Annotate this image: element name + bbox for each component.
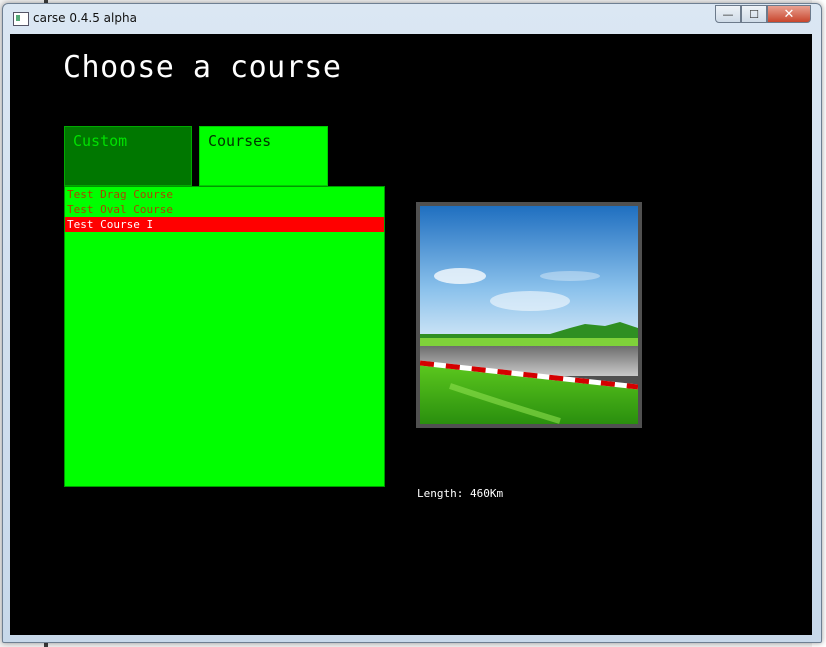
game-canvas: Choose a course Custom Courses Test Drag…	[10, 34, 812, 635]
course-list[interactable]: Test Drag Course Test Oval Course Test C…	[64, 186, 385, 487]
course-preview	[416, 202, 642, 428]
tab-custom-label: Custom	[73, 132, 128, 150]
race-track-landscape-icon	[420, 206, 638, 424]
tab-courses[interactable]: Courses	[199, 126, 328, 186]
window-title: carse 0.4.5 alpha	[33, 11, 137, 25]
close-button[interactable]: ✕	[767, 5, 811, 23]
course-length: Length: 460Km	[417, 487, 504, 500]
tab-courses-label: Courses	[208, 132, 272, 150]
course-item-test-course-i[interactable]: Test Course I	[65, 217, 384, 232]
course-item-test-oval[interactable]: Test Oval Course	[65, 202, 384, 217]
page-title: Choose a course	[63, 50, 342, 85]
tab-custom[interactable]: Custom	[64, 126, 192, 186]
app-icon	[13, 12, 29, 26]
maximize-button[interactable]: ☐	[741, 5, 767, 23]
minimize-button[interactable]: —	[715, 5, 741, 23]
course-item-test-drag[interactable]: Test Drag Course	[65, 187, 384, 202]
title-bar[interactable]: carse 0.4.5 alpha — ☐ ✕	[3, 4, 821, 32]
app-window: carse 0.4.5 alpha — ☐ ✕ Choose a course …	[2, 3, 822, 643]
window-controls: — ☐ ✕	[715, 5, 811, 23]
